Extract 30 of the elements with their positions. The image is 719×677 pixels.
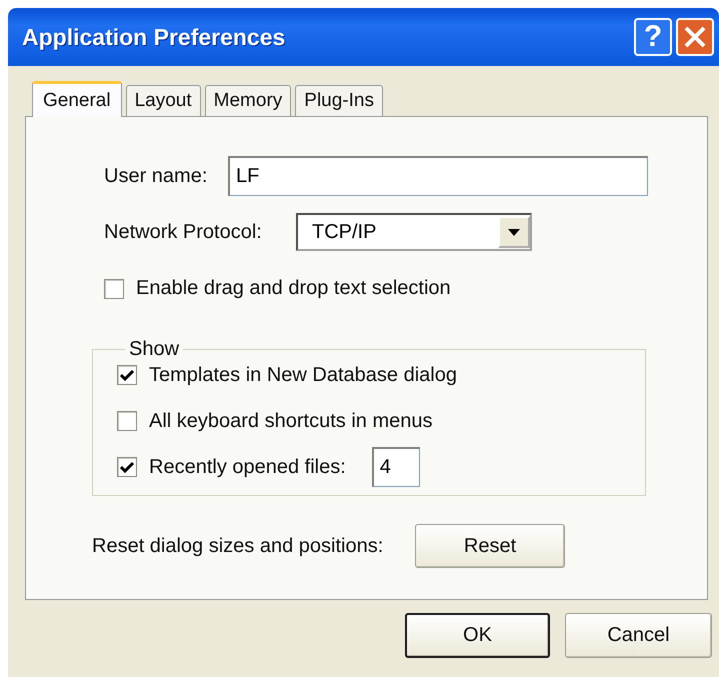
checkbox[interactable] — [104, 278, 124, 298]
dropdown[interactable]: TCP/IP — [296, 213, 532, 251]
field-label: User name: — [104, 164, 208, 188]
tab[interactable]: Layout — [126, 85, 201, 116]
checkbox-label: Recently opened files: — [149, 456, 346, 478]
number-field[interactable]: 4 — [372, 447, 420, 487]
text-field[interactable]: LF — [228, 156, 648, 196]
tab[interactable]: Memory — [204, 85, 292, 116]
close-icon — [683, 25, 707, 49]
tab[interactable]: General — [32, 81, 122, 117]
checkbox[interactable] — [117, 365, 137, 385]
close-button[interactable] — [676, 18, 714, 56]
reset-label: Reset dialog sizes and positions: — [92, 534, 384, 558]
cancel-button[interactable]: Cancel — [565, 613, 712, 658]
caret-icon — [508, 228, 520, 236]
window-title: Application Preferences — [22, 24, 286, 50]
checkbox-label: Enable drag and drop text selection — [136, 277, 451, 300]
checkmark-icon — [120, 461, 134, 473]
reset-button[interactable]: Reset — [415, 524, 565, 568]
ok-button[interactable]: OK — [405, 613, 550, 658]
checkbox-label: Templates in New Database dialog — [149, 364, 457, 386]
checkbox-label: All keyboard shortcuts in menus — [149, 410, 432, 432]
tab[interactable]: Plug-Ins — [295, 85, 383, 116]
checkbox[interactable] — [117, 457, 137, 477]
help-button[interactable]: ? — [634, 18, 672, 56]
field-label: Network Protocol: — [104, 220, 263, 244]
group-title: Show — [128, 338, 180, 361]
checkbox[interactable] — [117, 411, 137, 431]
dropdown-value: TCP/IP — [312, 220, 378, 244]
checkmark-icon — [120, 369, 134, 381]
